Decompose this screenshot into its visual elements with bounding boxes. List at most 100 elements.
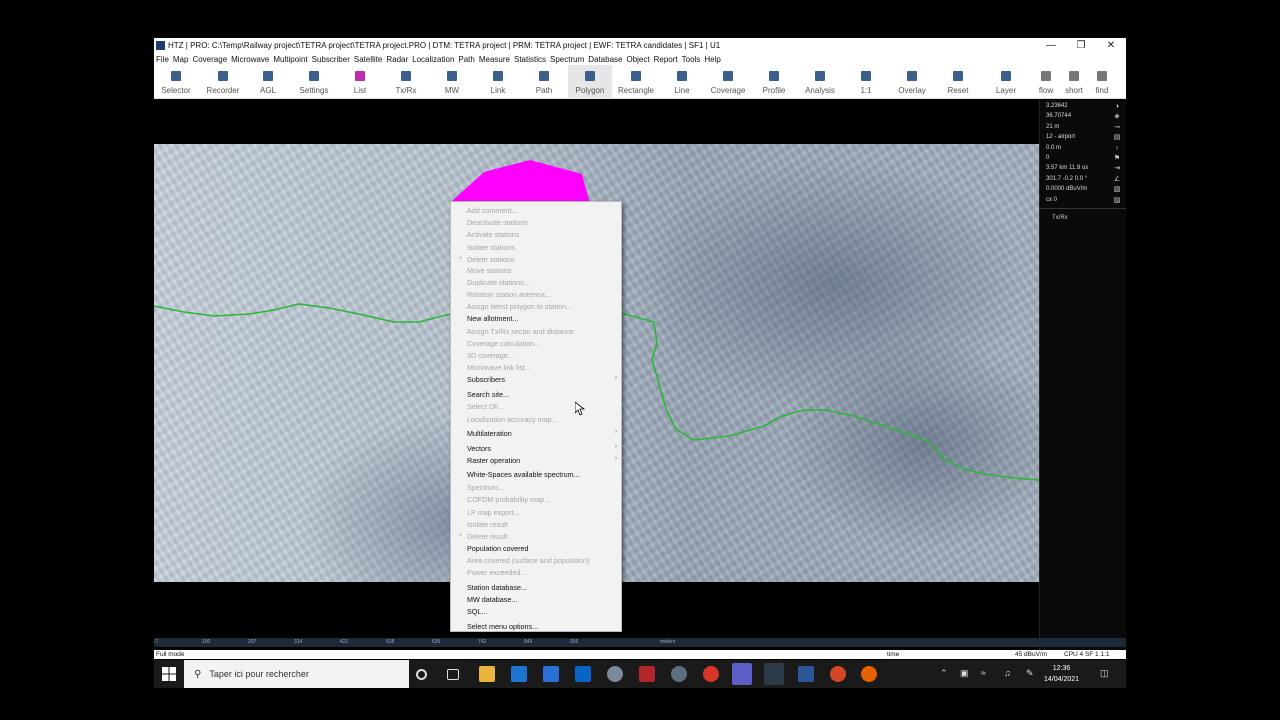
menu-item-delete-result[interactable]: Delete result ● [459,532,507,541]
menu-item-assign-latest-polygon-to-station[interactable]: Assign latest polygon to station... [467,302,572,311]
menu-coverage[interactable]: Coverage [192,55,227,64]
close-button[interactable]: ✕ [1096,40,1126,51]
menu-statistics[interactable]: Statistics [514,55,546,64]
menu-file[interactable]: File [156,55,169,64]
toolbar-settings-button[interactable]: Settings [292,65,336,99]
toolbar-list-button[interactable]: List [338,65,382,99]
toolbar-rectangle-button[interactable]: Rectangle [614,65,658,99]
menu-help[interactable]: Help [704,55,720,64]
menu-item-white-spaces-available-spectrum[interactable]: White-Spaces available spectrum... [467,470,580,479]
restore-button[interactable]: ❒ [1066,40,1096,51]
app-icon-feather[interactable] [671,666,687,682]
menu-item-deactivate-stations[interactable]: Deactivate stations [467,218,528,227]
menu-item-raster-operation[interactable]: Raster operation › [467,456,617,465]
tray-wifi-icon[interactable]: ≈ [981,668,986,678]
menu-item-population-covered[interactable]: Population covered [467,544,529,553]
toolbar-flow-button[interactable]: flow [1032,65,1060,99]
file-explorer-icon[interactable] [479,666,495,682]
firefox-icon[interactable] [861,666,877,682]
toolbar-analysis-button[interactable]: Analysis [798,65,842,99]
toolbar-short-button[interactable]: short [1060,65,1088,99]
menu-item-sql[interactable]: SQL... [467,607,487,616]
menu-multipoint[interactable]: Multipoint [273,55,307,64]
txrx-panel-label[interactable]: Tx/Rx [1052,215,1068,221]
word-icon[interactable] [798,666,814,682]
menu-item-isolate-stations[interactable]: Isolate stations [467,243,515,252]
toolbar-mw-button[interactable]: MW [430,65,474,99]
menu-item-isolate-result[interactable]: Isolate result [467,520,508,529]
menu-item-microwave-link-list[interactable]: Microwave link list... [467,363,531,372]
menu-item-subscribers[interactable]: Subscribers › [467,375,617,384]
menu-item-add-comment[interactable]: Add comment... [467,206,517,215]
toolbar-recorder-button[interactable]: Recorder [201,65,245,99]
menu-radar[interactable]: Radar [386,55,408,64]
menu-spectrum[interactable]: Spectrum [550,55,584,64]
menu-item-search-site[interactable]: Search site... [467,390,509,399]
menu-item-rotation-station-antenna[interactable]: Rotation station antenna... [467,290,551,299]
menu-item-select-df[interactable]: Select DF... [467,402,504,411]
menu-report[interactable]: Report [654,55,678,64]
menu-item-localization-accuracy-map[interactable]: Localization accuracy map... [467,415,558,424]
toolbar-path-button[interactable]: Path [522,65,566,99]
windows-start-icon[interactable] [162,667,176,681]
menu-item-assign-tx-rx-sector-and-distance[interactable]: Assign Tx/Rx sector and distance [467,327,574,336]
tray-volume-icon[interactable]: ♫ [1004,668,1011,678]
tray-pen-icon[interactable]: ✎ [1026,668,1034,679]
notifications-icon[interactable]: ◫ [1100,668,1109,679]
menu-object[interactable]: Object [626,55,649,64]
menu-item-spectrum[interactable]: Spectrum... [467,483,504,492]
tray-chevron-icon[interactable]: ⌃ [940,668,948,679]
toolbar-reset-button[interactable]: Reset [936,65,980,99]
menu-map[interactable]: Map [173,55,189,64]
menu-item-coverage-calculation[interactable]: Coverage calculation... [467,339,540,348]
toolbar-find-button[interactable]: find [1088,65,1116,99]
toolbar-selector-button[interactable]: Selector [154,65,198,99]
toolbar-coverage-button[interactable]: Coverage [706,65,750,99]
menu-subscriber[interactable]: Subscriber [312,55,350,64]
toolbar-profile-button[interactable]: Profile [752,65,796,99]
menu-database[interactable]: Database [588,55,622,64]
task-view-icon[interactable] [447,669,459,680]
app-icon-gear[interactable] [607,666,623,682]
menu-microwave[interactable]: Microwave [231,55,269,64]
menu-item-lp-map-export[interactable]: LP map export... [467,508,520,517]
menu-item-station-database[interactable]: Station database... [467,583,527,592]
toolbar-line-button[interactable]: Line [660,65,704,99]
menu-item-duplicate-stations[interactable]: Duplicate stations... [467,278,530,287]
toolbar-link-button[interactable]: Link [476,65,520,99]
menu-item-select-menu-options[interactable]: Select menu options... [467,622,538,631]
menu-item-move-stations[interactable]: Move stations [467,266,511,275]
chrome-icon[interactable] [703,666,719,682]
menu-path[interactable]: Path [458,55,474,64]
toolbar-overlay-button[interactable]: Overlay [890,65,934,99]
menu-measure[interactable]: Measure [479,55,510,64]
menu-tools[interactable]: Tools [682,55,701,64]
menu-item-cofdm-probability-map[interactable]: COFDM probability map... [467,495,550,504]
filezilla-icon[interactable] [639,666,655,682]
teams-icon[interactable] [732,663,752,685]
outlook-icon[interactable] [575,666,591,682]
menu-item-new-allotment[interactable]: New allotment... [467,314,519,323]
toolbar-layer-button[interactable]: Layer [984,65,1028,99]
toolbar-txrx-button[interactable]: Tx/Rx [384,65,428,99]
store-icon[interactable] [543,666,559,682]
cortana-icon[interactable] [416,669,427,680]
menu-item-mw-database[interactable]: MW database... [467,595,517,604]
menu-item-activate-stations[interactable]: Activate stations [467,230,519,239]
toolbar-one-to-one-button[interactable]: 1:1 [844,65,888,99]
menu-item-vectors[interactable]: Vectors › [467,444,617,453]
menu-item-multilateration[interactable]: Multilateration › [467,429,617,438]
coverage-polygon[interactable] [452,160,590,204]
minimize-button[interactable]: — [1036,40,1066,51]
toolbar-polygon-button[interactable]: Polygon [568,65,612,99]
powerpoint-icon[interactable] [830,666,846,682]
mail-icon[interactable] [511,666,527,682]
menu-item-power-exceeded[interactable]: Power exceeded... [467,568,527,577]
htz-app-icon[interactable] [764,663,784,685]
taskbar-clock[interactable]: 12:36 14/04/2021 [1044,663,1079,685]
tray-network-icon[interactable]: ▣ [960,668,969,679]
menu-item-area-covered-surface-and-population[interactable]: Area covered (surface and population) [467,556,589,565]
menu-satellite[interactable]: Satellite [354,55,382,64]
menu-localization[interactable]: Localization [412,55,454,64]
menu-item-delete-stations[interactable]: Delete stations ● [459,255,515,264]
